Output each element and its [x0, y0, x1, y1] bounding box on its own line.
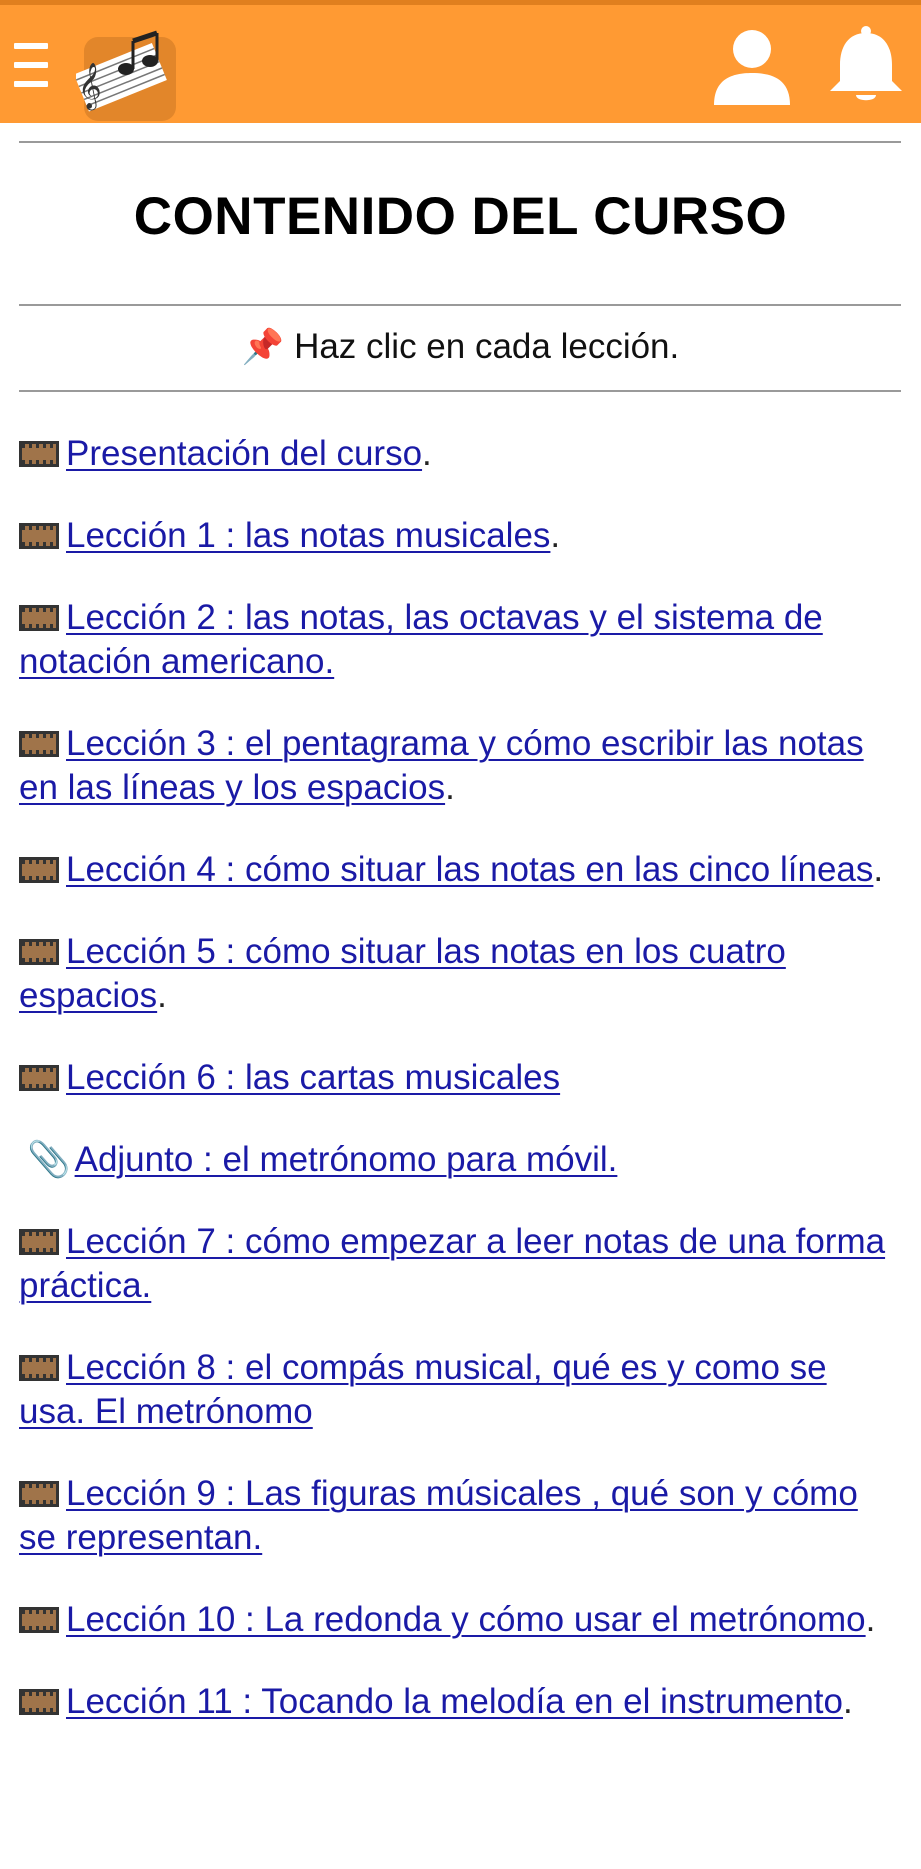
lesson-item: Presentación del curso.: [19, 432, 899, 476]
lesson-trailing-text: .: [157, 976, 167, 1015]
lesson-item: Lección 5 : cómo situar las notas en los…: [19, 930, 899, 1018]
lesson-link[interactable]: Lección 10 : La redonda y cómo usar el m…: [66, 1600, 866, 1639]
hamburger-menu-icon[interactable]: [14, 43, 48, 87]
film-icon: [19, 605, 59, 631]
film-icon: [19, 939, 59, 965]
lesson-trailing-text: .: [842, 1682, 853, 1721]
film-icon: [19, 1065, 59, 1091]
lesson-link[interactable]: Presentación del curso: [66, 434, 422, 473]
instruction-text: 📌 Haz clic en cada lección.: [0, 327, 921, 367]
film-icon: [19, 441, 59, 467]
lesson-item: 📎 Adjunto : el metrónomo para móvil.: [19, 1138, 899, 1182]
page-title: CONTENIDO DEL CURSO: [133, 187, 788, 246]
lesson-item: Lección 7 : cómo empezar a leer notas de…: [19, 1220, 899, 1308]
lesson-link[interactable]: Lección 7 : cómo empezar a leer notas de…: [19, 1222, 885, 1305]
lesson-list: Presentación del curso. Lección 1 : las n…: [19, 432, 899, 1762]
film-icon: [19, 731, 59, 757]
divider: [19, 141, 901, 143]
user-icon[interactable]: [712, 29, 792, 105]
film-icon: [19, 523, 59, 549]
paperclip-icon: 📎: [27, 1140, 71, 1180]
instruction-label: Haz clic en cada lección.: [294, 327, 680, 366]
lesson-link[interactable]: Lección 9 : Las figuras músicales , qué …: [19, 1474, 858, 1557]
lesson-link[interactable]: Lección 1 : las notas musicales: [66, 516, 550, 555]
lesson-link[interactable]: Lección 3 : el pentagrama y cómo escribi…: [19, 724, 864, 807]
lesson-trailing-text: .: [422, 434, 432, 473]
lesson-item: Lección 9 : Las figuras músicales , qué …: [19, 1472, 899, 1560]
lesson-link[interactable]: Lección 8 : el compás musical, qué es y …: [19, 1348, 827, 1431]
lesson-link[interactable]: Lección 4 : cómo situar las notas en las…: [66, 850, 873, 889]
lesson-item: Lección 11 : Tocando la melodía en el in…: [19, 1680, 899, 1724]
lesson-item: Lección 6 : las cartas musicales: [19, 1056, 899, 1100]
lesson-item: Lección 8 : el compás musical, qué es y …: [19, 1346, 899, 1434]
film-icon: [19, 857, 59, 883]
bell-icon[interactable]: [828, 25, 904, 105]
pushpin-icon: 📌: [241, 327, 285, 367]
lesson-trailing-text: .: [865, 1600, 876, 1639]
lesson-link[interactable]: Lección 6 : las cartas musicales: [66, 1058, 560, 1097]
film-icon: [19, 1229, 59, 1255]
lesson-item: Lección 1 : las notas musicales.: [19, 514, 899, 558]
divider: [19, 390, 901, 392]
divider: [19, 304, 901, 306]
lesson-link[interactable]: Lección 2 : las notas, las octavas y el …: [19, 598, 823, 681]
film-icon: [19, 1481, 59, 1507]
lesson-item: Lección 4 : cómo situar las notas en las…: [19, 848, 899, 892]
lesson-link[interactable]: Lección 5 : cómo situar las notas en los…: [19, 932, 786, 1015]
lesson-link[interactable]: Lección 11 : Tocando la melodía en el in…: [66, 1682, 843, 1721]
film-icon: [19, 1355, 59, 1381]
film-icon: [19, 1607, 59, 1633]
lesson-trailing-text: .: [445, 768, 455, 807]
lesson-item: Lección 3 : el pentagrama y cómo escribi…: [19, 722, 899, 810]
music-notes-logo[interactable]: 𝄞: [76, 27, 180, 123]
top-app-bar: 𝄞: [0, 0, 921, 123]
lesson-item: Lección 10 : La redonda y cómo usar el m…: [19, 1598, 899, 1642]
lesson-trailing-text: .: [873, 850, 884, 889]
lesson-link[interactable]: Adjunto : el metrónomo para móvil.: [75, 1140, 618, 1179]
svg-text:𝄞: 𝄞: [78, 63, 102, 111]
film-icon: [19, 1689, 59, 1715]
lesson-trailing-text: .: [550, 516, 561, 555]
lesson-item: Lección 2 : las notas, las octavas y el …: [19, 596, 899, 684]
